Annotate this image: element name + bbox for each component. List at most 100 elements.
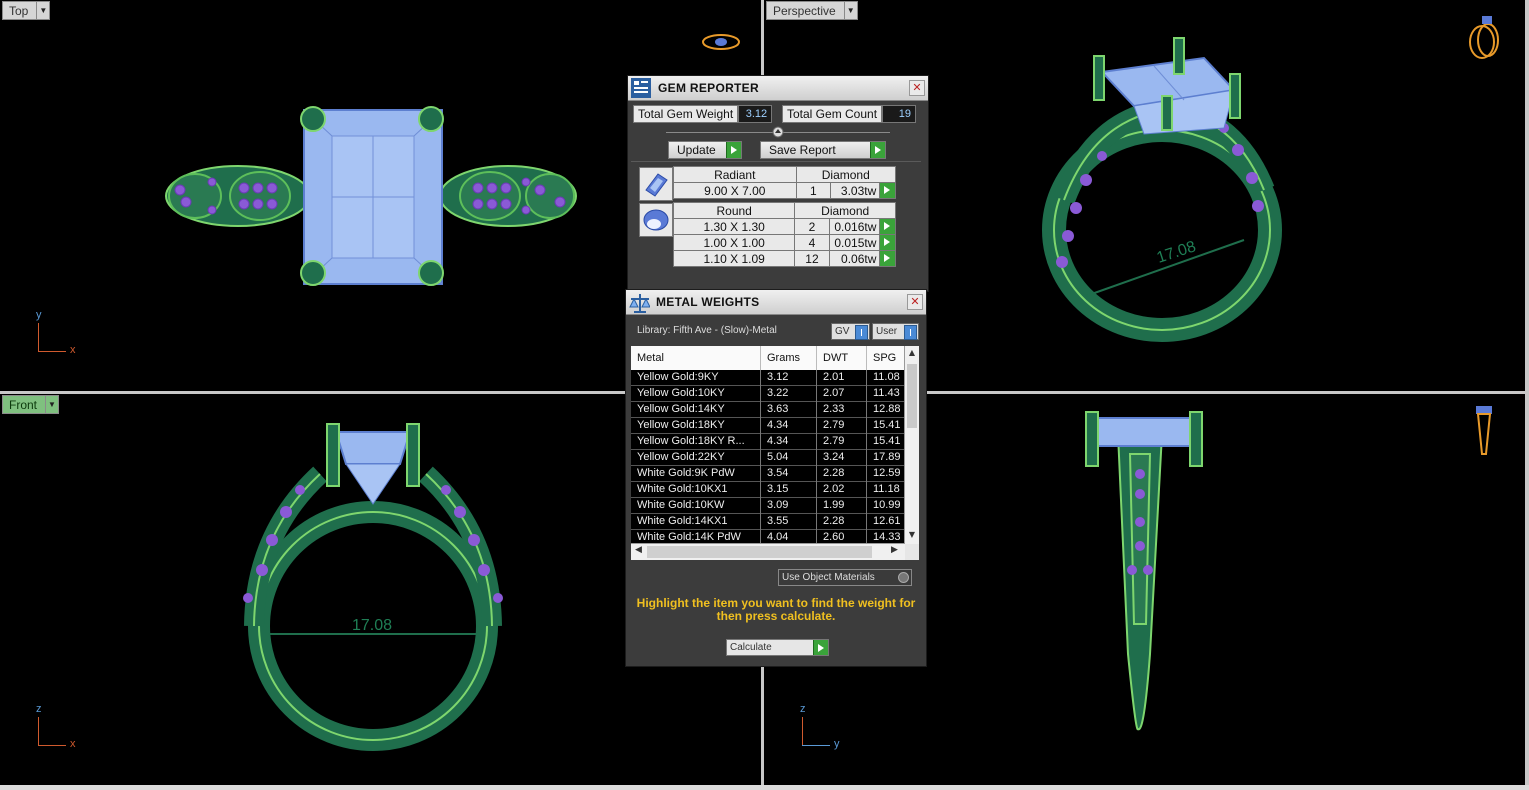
metal-name: Yellow Gold:22KY bbox=[631, 450, 761, 466]
metal-grams: 3.55 bbox=[761, 514, 817, 530]
viewport-label-perspective[interactable]: Perspective ▼ bbox=[766, 1, 858, 20]
round-gem-table: Round Diamond 1.30 X 1.30 2 0.016tw 1.00… bbox=[672, 202, 896, 267]
viewport-label-text: Top bbox=[9, 3, 29, 18]
user-toggle[interactable]: User bbox=[872, 323, 919, 340]
save-report-button[interactable]: Save Report bbox=[760, 141, 886, 159]
scroll-right-icon[interactable]: ▶ bbox=[891, 545, 898, 555]
metal-dwt: 2.79 bbox=[817, 434, 867, 450]
gem-row[interactable]: 9.00 X 7.00 1 3.03tw bbox=[673, 182, 896, 199]
play-icon bbox=[870, 142, 885, 158]
metal-name: Yellow Gold:18KY bbox=[631, 418, 761, 434]
collapse-circle-icon[interactable] bbox=[772, 126, 784, 138]
metal-weights-panel: METAL WEIGHTS ✕ Library: Fifth Ave - (Sl… bbox=[625, 289, 927, 667]
metal-spg: 12.88 bbox=[867, 402, 905, 418]
update-button[interactable]: Update bbox=[668, 141, 742, 159]
table-row[interactable]: Yellow Gold:18KY 4.34 2.79 15.41 bbox=[631, 418, 905, 434]
play-icon[interactable] bbox=[879, 250, 896, 267]
play-icon bbox=[726, 142, 741, 158]
scrollbar-thumb[interactable] bbox=[907, 364, 917, 428]
metal-name: Yellow Gold:9KY bbox=[631, 370, 761, 386]
update-button-label: Update bbox=[677, 143, 716, 157]
scroll-down-icon[interactable]: ▼ bbox=[907, 530, 917, 542]
viewport-label-front[interactable]: Front ▼ bbox=[2, 395, 60, 414]
table-row[interactable]: White Gold:10KX1 3.15 2.02 11.18 bbox=[631, 482, 905, 498]
metal-dwt: 3.24 bbox=[817, 450, 867, 466]
gem-weight: 3.03tw bbox=[830, 182, 881, 199]
column-header-grams[interactable]: Grams bbox=[761, 346, 817, 370]
calculate-button-label: Calculate bbox=[730, 642, 772, 653]
column-header-spg[interactable]: SPG bbox=[867, 346, 905, 370]
ring-top-thumbnail-icon bbox=[702, 34, 740, 50]
metal-name: Yellow Gold:18KY R... bbox=[631, 434, 761, 450]
metal-spg: 10.99 bbox=[867, 498, 905, 514]
gem-row[interactable]: 1.00 X 1.00 4 0.015tw bbox=[672, 234, 896, 251]
ring-side-thumbnail-icon bbox=[1476, 406, 1492, 455]
divider bbox=[631, 161, 921, 162]
scroll-left-icon[interactable]: ◀ bbox=[635, 545, 642, 555]
metal-weights-table[interactable]: Metal Grams DWT SPG Yellow Gold:9KY 3.12 2… bbox=[631, 346, 919, 560]
table-row[interactable]: Yellow Gold:18KY R... 4.34 2.79 15.41 bbox=[631, 434, 905, 450]
metal-weights-titlebar[interactable]: METAL WEIGHTS ✕ bbox=[626, 290, 926, 315]
table-row[interactable]: White Gold:10KW 3.09 1.99 10.99 bbox=[631, 498, 905, 514]
metal-spg: 11.18 bbox=[867, 482, 905, 498]
gem-row[interactable]: 1.30 X 1.30 2 0.016tw bbox=[672, 218, 896, 235]
axis-gizmo: y x bbox=[30, 309, 90, 365]
axis-gizmo: z y bbox=[794, 703, 854, 759]
column-header-metal[interactable]: Metal bbox=[631, 346, 761, 370]
viewport-label-text: Perspective bbox=[773, 3, 836, 18]
gem-weight: 0.06tw bbox=[828, 250, 881, 267]
play-icon[interactable] bbox=[879, 182, 896, 199]
column-header-dwt[interactable]: DWT bbox=[817, 346, 867, 370]
metal-dwt: 2.79 bbox=[817, 418, 867, 434]
status-bar bbox=[0, 785, 1529, 790]
close-icon[interactable]: ✕ bbox=[907, 294, 923, 310]
close-icon[interactable]: ✕ bbox=[909, 80, 925, 96]
panel-title: GEM REPORTER bbox=[658, 81, 759, 95]
vertical-scrollbar[interactable]: ▲ ▼ bbox=[904, 346, 919, 544]
chevron-down-icon[interactable]: ▼ bbox=[843, 2, 857, 19]
gem-group-header: Round Diamond bbox=[672, 202, 896, 219]
play-icon[interactable] bbox=[879, 218, 896, 235]
total-count-label: Total Gem Count bbox=[782, 105, 883, 123]
metal-spg: 15.41 bbox=[867, 434, 905, 450]
calculate-button[interactable]: Calculate bbox=[726, 639, 829, 656]
gem-reporter-titlebar[interactable]: GEM REPORTER ✕ bbox=[628, 76, 928, 101]
scrollbar-thumb[interactable] bbox=[647, 546, 872, 558]
gem-weight: 0.016tw bbox=[828, 218, 881, 235]
axis-label-horizontal: x bbox=[70, 344, 76, 356]
chevron-down-icon[interactable]: ▼ bbox=[45, 396, 58, 413]
use-object-materials-option[interactable]: Use Object Materials bbox=[778, 569, 912, 586]
table-row[interactable]: White Gold:14KX1 3.55 2.28 12.61 bbox=[631, 514, 905, 530]
metal-grams: 3.12 bbox=[761, 370, 817, 386]
axis-gizmo: z x bbox=[30, 703, 90, 759]
metal-grams: 3.63 bbox=[761, 402, 817, 418]
gem-size: 9.00 X 7.00 bbox=[673, 182, 797, 199]
metal-name: Yellow Gold:10KY bbox=[631, 386, 761, 402]
play-icon[interactable] bbox=[879, 234, 896, 251]
save-report-button-label: Save Report bbox=[769, 143, 836, 157]
viewport-label-top[interactable]: Top ▼ bbox=[2, 1, 51, 20]
metal-grams: 3.09 bbox=[761, 498, 817, 514]
gem-row[interactable]: 1.10 X 1.09 12 0.06tw bbox=[672, 250, 896, 267]
total-count-value: 19 bbox=[882, 105, 917, 123]
gem-qty: 1 bbox=[795, 182, 832, 199]
chevron-down-icon[interactable]: ▼ bbox=[36, 2, 49, 19]
metal-dwt: 2.28 bbox=[817, 466, 867, 482]
gem-material: Diamond bbox=[795, 166, 897, 183]
metal-name: White Gold:10KW bbox=[631, 498, 761, 514]
gv-toggle[interactable]: GV bbox=[831, 323, 870, 340]
metal-grams: 3.54 bbox=[761, 466, 817, 482]
table-row[interactable]: Yellow Gold:10KY 3.22 2.07 11.43 bbox=[631, 386, 905, 402]
table-row[interactable]: Yellow Gold:14KY 3.63 2.33 12.88 bbox=[631, 402, 905, 418]
table-row[interactable]: Yellow Gold:9KY 3.12 2.01 11.08 bbox=[631, 370, 905, 386]
gem-size: 1.00 X 1.00 bbox=[672, 234, 796, 251]
toggle-knob-icon bbox=[855, 325, 868, 340]
viewport-label-text: Front bbox=[9, 397, 38, 412]
horizontal-scrollbar[interactable]: ◀ ▶ bbox=[631, 543, 905, 560]
radio-icon[interactable] bbox=[898, 572, 909, 583]
table-row[interactable]: White Gold:9K PdW 3.54 2.28 12.59 bbox=[631, 466, 905, 482]
library-label: Library: Fifth Ave - (Slow)-Metal bbox=[637, 325, 777, 336]
table-row[interactable]: Yellow Gold:22KY 5.04 3.24 17.89 bbox=[631, 450, 905, 466]
scroll-up-icon[interactable]: ▲ bbox=[907, 348, 917, 360]
metal-grams: 3.15 bbox=[761, 482, 817, 498]
